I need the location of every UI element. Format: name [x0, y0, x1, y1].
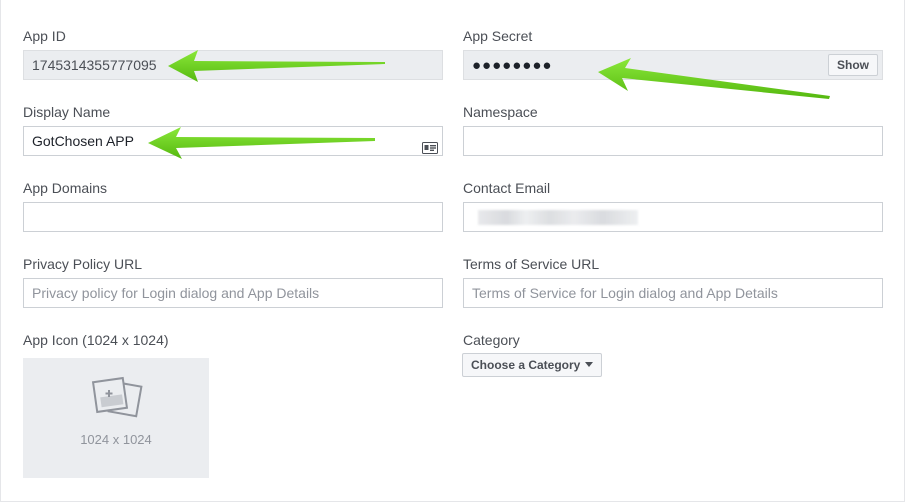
app-id-value: 1745314355777095: [32, 57, 157, 73]
display-name-value: GotChosen APP: [32, 133, 134, 149]
basic-settings-panel: App ID 1745314355777095 App Secret ●●●●●…: [0, 0, 905, 502]
contact-card-icon[interactable]: [422, 135, 438, 163]
privacy-policy-input[interactable]: Privacy policy for Login dialog and App …: [23, 278, 443, 308]
app-domains-input[interactable]: [23, 202, 443, 232]
app-id-label: App ID: [23, 28, 66, 44]
choose-category-dropdown[interactable]: Choose a Category: [462, 353, 603, 377]
display-name-label: Display Name: [23, 104, 111, 120]
namespace-label: Namespace: [463, 104, 538, 120]
privacy-policy-label: Privacy Policy URL: [23, 256, 143, 272]
category-label: Category: [463, 332, 520, 348]
show-secret-button[interactable]: Show: [828, 54, 878, 76]
privacy-policy-placeholder: Privacy policy for Login dialog and App …: [32, 285, 320, 301]
add-photo-icon: [91, 376, 143, 418]
redacted-email-blur: [478, 210, 638, 225]
terms-of-service-input[interactable]: Terms of Service for Login dialog and Ap…: [463, 278, 883, 308]
app-icon-size-text: 1024 x 1024: [80, 432, 152, 447]
contact-email-label: Contact Email: [463, 180, 551, 196]
caret-down-icon: [585, 362, 594, 368]
choose-category-label: Choose a Category: [471, 358, 581, 372]
contact-email-input[interactable]: [463, 202, 883, 232]
app-id-field[interactable]: 1745314355777095: [23, 50, 443, 80]
app-secret-field[interactable]: ●●●●●●●● Show: [463, 50, 883, 80]
terms-of-service-label: Terms of Service URL: [463, 256, 600, 272]
app-domains-label: App Domains: [23, 180, 108, 196]
app-icon-upload[interactable]: 1024 x 1024: [23, 358, 209, 478]
app-icon-label: App Icon (1024 x 1024): [23, 332, 169, 348]
namespace-input[interactable]: [463, 126, 883, 156]
app-secret-value: ●●●●●●●●: [472, 57, 553, 74]
terms-of-service-placeholder: Terms of Service for Login dialog and Ap…: [472, 285, 778, 301]
display-name-input[interactable]: GotChosen APP: [23, 126, 443, 156]
app-secret-label: App Secret: [463, 28, 533, 44]
